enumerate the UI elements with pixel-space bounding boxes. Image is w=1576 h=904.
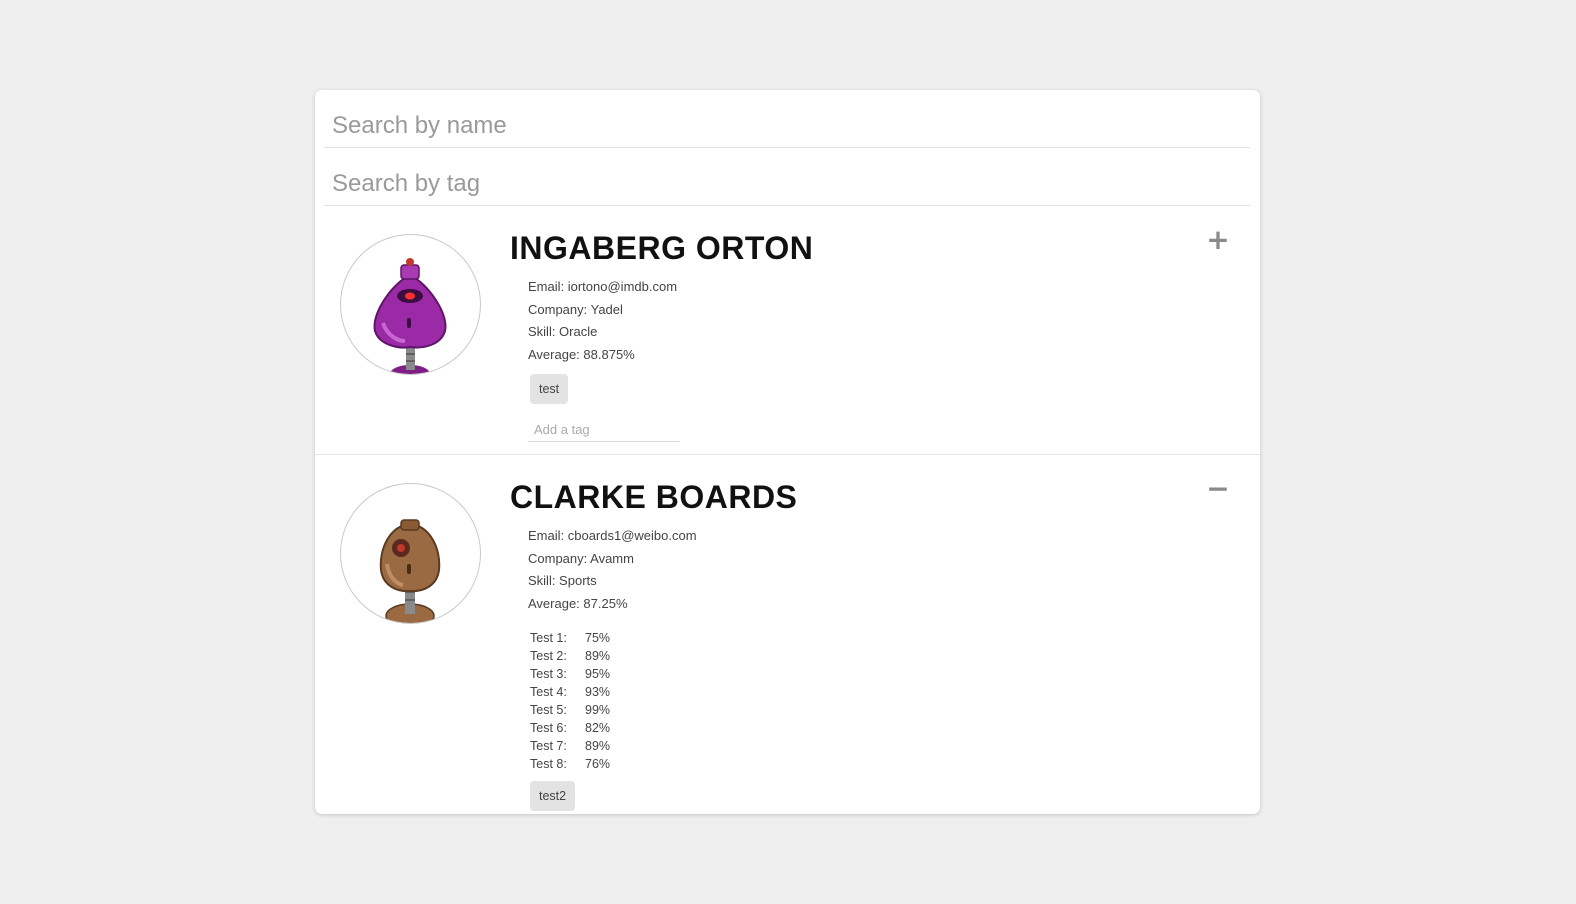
expand-button[interactable]: + <box>1204 226 1232 254</box>
search-by-tag-input[interactable] <box>324 148 1250 206</box>
student-average: Average: 87.25% <box>528 595 628 611</box>
add-tag-input[interactable] <box>528 418 680 442</box>
grade-label: Test 2: <box>530 649 567 663</box>
plus-icon: + <box>1206 223 1230 256</box>
grade-value: 76% <box>585 757 611 771</box>
grade-row: Test 2: 89% <box>530 647 610 665</box>
grade-label: Test 8: <box>530 757 567 771</box>
tag-list: test2 <box>530 781 797 811</box>
student-info: CLARKE BOARDS Email: cboards1@weibo.com … <box>510 477 797 811</box>
grade-row: Test 8: 76% <box>530 755 610 773</box>
students-card: INGABERG ORTON Email: iortono@imdb.com C… <box>315 90 1260 814</box>
grade-value: 75% <box>585 631 611 645</box>
student-item: INGABERG ORTON Email: iortono@imdb.com C… <box>315 206 1260 455</box>
grade-row: Test 4: 93% <box>530 683 610 701</box>
student-skill: Skill: Sports <box>528 573 597 588</box>
grade-label: Test 4: <box>530 685 567 699</box>
tag-list: test <box>530 374 813 404</box>
student-details: Email: iortono@imdb.com Company: Yadel S… <box>528 276 813 366</box>
grade-row: Test 6: 82% <box>530 719 610 737</box>
robot-avatar-brown <box>379 519 441 623</box>
student-company: Company: Avamm <box>528 550 634 566</box>
grade-label: Test 3: <box>530 667 567 681</box>
grade-label: Test 6: <box>530 721 567 735</box>
avatar <box>340 234 481 375</box>
grade-value: 93% <box>585 685 611 699</box>
student-name: CLARKE BOARDS <box>510 479 798 515</box>
grades-table: Test 1: 75% Test 2: 89% Test 3: 95% Test 4:… <box>530 629 610 773</box>
grade-row: Test 3: 95% <box>530 665 610 683</box>
grade-value: 89% <box>585 649 611 663</box>
student-details: Email: cboards1@weibo.com Company: Avamm… <box>528 525 797 615</box>
grade-label: Test 1: <box>530 631 567 645</box>
grade-label: Test 7: <box>530 739 567 753</box>
student-info: INGABERG ORTON Email: iortono@imdb.com C… <box>510 228 813 442</box>
student-name: INGABERG ORTON <box>510 230 814 266</box>
tag-chip: test2 <box>530 781 576 811</box>
grade-value: 95% <box>585 667 611 681</box>
search-by-name-input[interactable] <box>324 90 1250 148</box>
minus-icon: − <box>1206 472 1230 505</box>
grade-value: 99% <box>585 703 611 717</box>
grade-value: 82% <box>585 721 611 735</box>
collapse-button[interactable]: − <box>1204 475 1232 503</box>
grade-row: Test 7: 89% <box>530 737 610 755</box>
grade-label: Test 5: <box>530 703 567 717</box>
student-item: CLARKE BOARDS Email: cboards1@weibo.com … <box>315 455 1260 814</box>
avatar <box>340 483 481 624</box>
tag-chip: test <box>530 374 569 404</box>
grade-row: Test 5: 99% <box>530 701 610 719</box>
student-skill: Skill: Oracle <box>528 324 598 339</box>
student-email: Email: cboards1@weibo.com <box>528 528 697 543</box>
grade-row: Test 1: 75% <box>530 629 610 647</box>
robot-avatar-purple <box>373 258 447 374</box>
student-average: Average: 88.875% <box>528 346 635 362</box>
student-company: Company: Yadel <box>528 301 623 317</box>
student-email: Email: iortono@imdb.com <box>528 279 678 294</box>
grade-value: 89% <box>585 739 611 753</box>
